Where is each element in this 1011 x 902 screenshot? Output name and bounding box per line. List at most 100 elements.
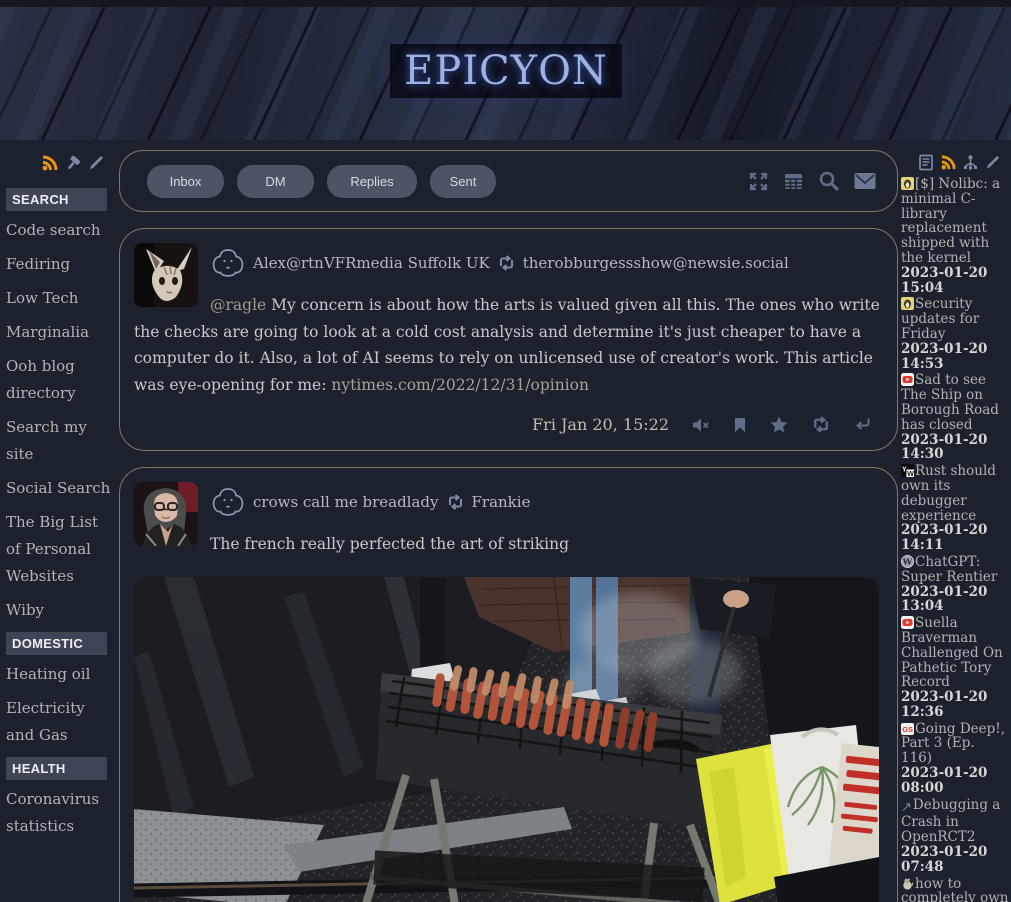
newswire-item: Suella Braverman Challenged On Pathetic … <box>901 616 1009 720</box>
tab-dm[interactable]: DM <box>237 165 314 198</box>
banner-title-box: EPICYON <box>390 44 622 98</box>
sidebar-link-marginalia[interactable]: Marginalia <box>6 319 111 346</box>
newswire-icons <box>901 145 1009 177</box>
external-arrow-icon: ↗ <box>901 801 912 816</box>
sidebar-section-search: SEARCH <box>6 188 107 211</box>
tab-replies[interactable]: Replies <box>327 165 417 198</box>
svg-text:W: W <box>902 557 913 567</box>
newswire-date: 2023-01-20 07:48 <box>901 845 1009 875</box>
newswire-item: Security updates for Friday 2023-01-20 1… <box>901 297 1009 371</box>
bookmark-icon[interactable] <box>733 417 747 433</box>
post-body: @ragle My concern is about how the arts … <box>134 292 881 398</box>
timeline-header-icons <box>747 169 877 193</box>
newswire-item: Sad to see The Ship on Borough Road has … <box>901 373 1009 462</box>
newswire-date: 2023-01-20 14:30 <box>901 433 1009 463</box>
post-card: Alex@rtnVFRmedia Suffolk UK therobburges… <box>119 228 898 451</box>
timeline-column: Inbox DM Replies Sent <box>119 150 898 902</box>
newswire-date: 2023-01-20 13:04 <box>901 585 1009 615</box>
post-header: Alex@rtnVFRmedia Suffolk UK therobburges… <box>210 247 881 279</box>
sidebar-link-social-search[interactable]: Social Search <box>6 475 111 502</box>
post-text: The french really perfected the art of s… <box>210 535 569 553</box>
post-attachment-image[interactable] <box>134 577 879 902</box>
newswire-date: 2023-01-20 15:04 <box>901 266 1009 296</box>
show-dm-envelope-icon[interactable] <box>853 171 877 191</box>
banner-top-strip <box>0 0 1011 7</box>
newswire-item: WChatGPT: Super Rentier 2023-01-20 13:04 <box>901 555 1009 614</box>
lwn-icon <box>901 177 914 190</box>
newswire-date: 2023-01-20 14:11 <box>901 523 1009 553</box>
newswire-item: GSGoing Deep!, Part 3 (Ep. 116) 2023-01-… <box>901 722 1009 796</box>
sidebar-section-health: HEALTH <box>6 757 107 780</box>
avatar-cat[interactable] <box>134 243 198 307</box>
post-footer: Fri Jan 20, 15:22 <box>134 415 871 434</box>
newswire-column: [$] Nolibc: a minimal C-library replacem… <box>901 145 1009 902</box>
left-column-icons <box>0 145 113 180</box>
rss-feed-icon[interactable] <box>41 154 59 172</box>
sidebar-link-fediring[interactable]: Fediring <box>6 251 111 278</box>
edit-pen-icon[interactable] <box>984 154 1001 171</box>
newswire-title[interactable]: Suella Braverman Challenged On Pathetic … <box>901 615 1003 690</box>
search-icon[interactable] <box>817 169 841 193</box>
youtube-icon <box>901 373 914 386</box>
sidebar-link-wiby[interactable]: Wiby <box>6 597 111 624</box>
newswire-title[interactable]: Sad to see The Ship on Borough Road has … <box>901 372 999 432</box>
mute-icon[interactable] <box>692 417 710 433</box>
sidebar-link-heating-oil[interactable]: Heating oil <box>6 661 111 688</box>
newswire-title[interactable]: ChatGPT: Super Rentier <box>901 554 997 585</box>
sidebar-section-domestic: DOMESTIC <box>6 632 107 655</box>
youtube-icon <box>901 616 914 629</box>
avatar-woman[interactable] <box>134 482 198 546</box>
post-boost-target[interactable]: therobburgessshow@newsie.social <box>523 254 789 272</box>
timeline-header: Inbox DM Replies Sent <box>119 150 898 212</box>
sidebar-link-electricity-and-gas[interactable]: Electricity and Gas <box>6 695 111 749</box>
sidebar-link-ooh-blog-directory[interactable]: Ooh blog directory <box>6 353 111 407</box>
post-author[interactable]: crows call me breadlady <box>253 493 439 511</box>
sidebar-link-big-list-personal-websites[interactable]: The Big List of Personal Websites <box>6 509 111 590</box>
wordpress-icon: W <box>901 555 914 568</box>
star-icon[interactable] <box>770 416 788 433</box>
app-title: EPICYON <box>404 48 608 94</box>
newswire-title[interactable]: Going Deep!, Part 3 (Ep. 116) <box>901 721 1005 767</box>
hammer-icon[interactable] <box>64 154 82 172</box>
newswire-title[interactable]: Debugging a Crash in OpenRCT2 <box>901 797 1000 846</box>
boost-icon <box>497 255 516 271</box>
mention-link[interactable]: @ragle <box>210 296 266 314</box>
person-dog-icon[interactable] <box>210 247 246 279</box>
calendar-icon[interactable] <box>782 170 805 193</box>
newswire-date: 2023-01-20 12:36 <box>901 690 1009 720</box>
newswire-list-icon[interactable] <box>918 154 935 171</box>
newswire-title[interactable]: how to completely own an airline in 3 <box>901 876 1008 902</box>
newswire-title[interactable]: [$] Nolibc: a minimal C-library replacem… <box>901 176 1000 266</box>
expand-icon[interactable] <box>747 170 770 193</box>
sidebar-link-coronavirus-statistics[interactable]: Coronavirus statistics <box>6 786 111 840</box>
external-link[interactable]: nytimes.com/2022/12/31/opinion <box>331 376 589 394</box>
newswire-title[interactable]: Rust should own its debugger experience <box>901 463 996 523</box>
tab-inbox[interactable]: Inbox <box>147 165 224 198</box>
newswire-item: YWRust should own its debugger experienc… <box>901 464 1009 553</box>
cat-favicon <box>901 877 914 890</box>
newswire-item: ↗Debugging a Crash in OpenRCT2 2023-01-2… <box>901 798 1009 875</box>
lwn-icon <box>901 297 914 310</box>
post-body: The french really perfected the art of s… <box>134 531 881 558</box>
person-dog-icon[interactable] <box>210 486 246 518</box>
svg-text:GS: GS <box>902 725 913 734</box>
boost-action-icon[interactable] <box>811 416 831 433</box>
newswire-item: how to completely own an airline in 3 <box>901 877 1009 902</box>
yw-favicon: YW <box>901 464 914 477</box>
left-column: SEARCH Code search Fediring Low Tech Mar… <box>0 145 113 847</box>
tab-sent[interactable]: Sent <box>430 165 496 198</box>
edit-pen-icon[interactable] <box>87 154 105 172</box>
profile-banner[interactable]: EPICYON <box>0 0 1011 140</box>
post-author[interactable]: Alex@rtnVFRmedia Suffolk UK <box>253 254 490 272</box>
sidebar-link-low-tech[interactable]: Low Tech <box>6 285 111 312</box>
newswire-date: 2023-01-20 08:00 <box>901 766 1009 796</box>
rss-feed-icon[interactable] <box>940 154 957 171</box>
sidebar-link-code-search[interactable]: Code search <box>6 217 111 244</box>
boost-icon <box>446 494 465 510</box>
post-timestamp: Fri Jan 20, 15:22 <box>532 415 669 434</box>
reply-icon[interactable] <box>854 417 871 432</box>
share-tree-icon[interactable] <box>962 154 979 171</box>
post-boost-target[interactable]: Frankie <box>472 493 531 511</box>
sidebar-link-search-my-site[interactable]: Search my site <box>6 414 111 468</box>
newswire-item: [$] Nolibc: a minimal C-library replacem… <box>901 177 1009 295</box>
